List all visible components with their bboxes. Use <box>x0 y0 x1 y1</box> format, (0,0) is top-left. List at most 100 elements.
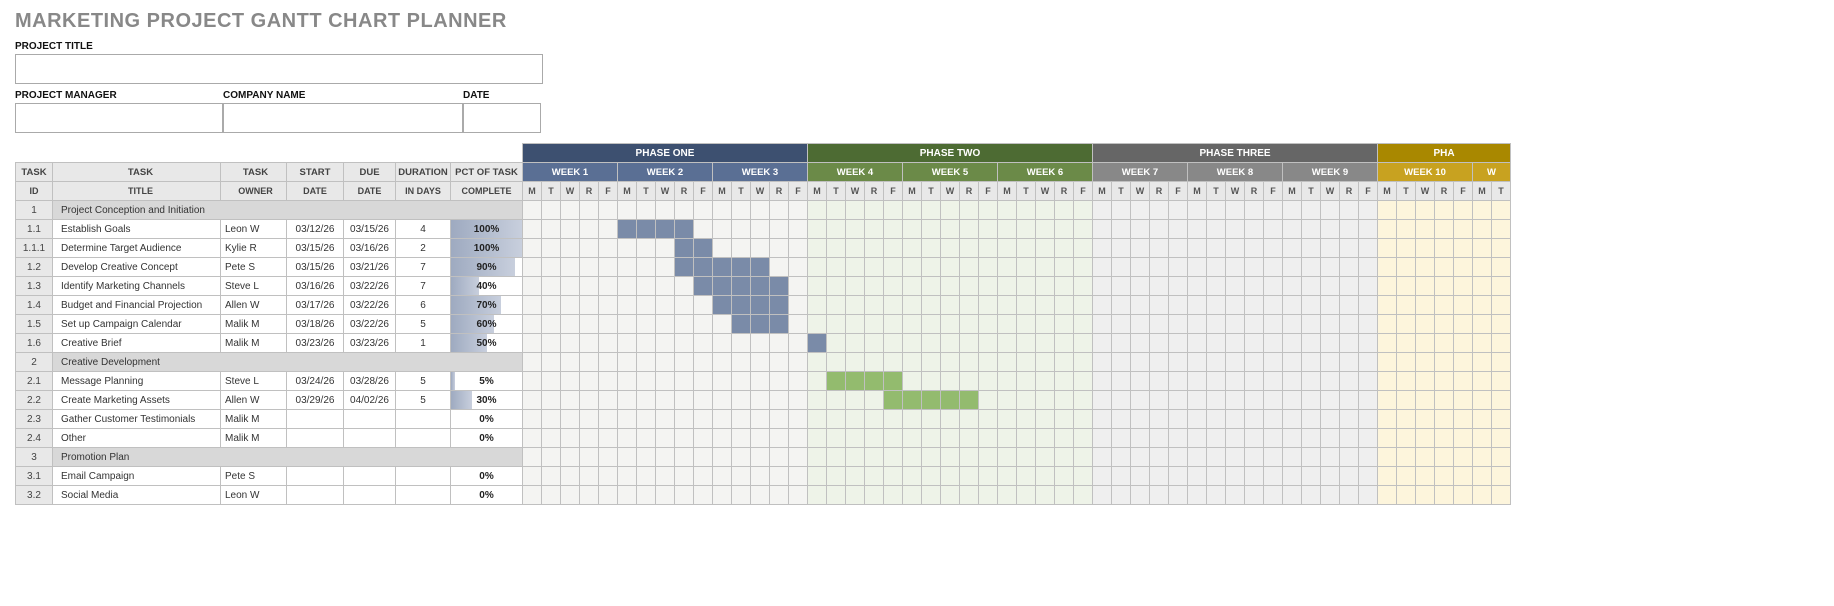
gantt-cell[interactable] <box>1435 486 1454 505</box>
gantt-cell[interactable] <box>1340 334 1359 353</box>
gantt-cell[interactable] <box>1416 201 1435 220</box>
gantt-cell[interactable] <box>789 201 808 220</box>
gantt-cell[interactable] <box>1112 220 1131 239</box>
gantt-cell[interactable] <box>580 239 599 258</box>
gantt-cell[interactable] <box>1454 486 1473 505</box>
gantt-cell[interactable] <box>1416 410 1435 429</box>
gantt-cell[interactable] <box>1245 315 1264 334</box>
gantt-cell[interactable] <box>1435 239 1454 258</box>
gantt-cell[interactable] <box>1131 353 1150 372</box>
gantt-cell[interactable] <box>1416 315 1435 334</box>
gantt-cell[interactable] <box>637 315 656 334</box>
gantt-cell[interactable] <box>1036 296 1055 315</box>
gantt-cell[interactable] <box>542 296 561 315</box>
gantt-cell[interactable] <box>1340 486 1359 505</box>
gantt-cell[interactable] <box>1169 277 1188 296</box>
gantt-cell[interactable] <box>1321 296 1340 315</box>
gantt-cell[interactable] <box>960 467 979 486</box>
gantt-cell[interactable] <box>903 486 922 505</box>
gantt-cell[interactable] <box>751 372 770 391</box>
gantt-cell[interactable] <box>1055 258 1074 277</box>
gantt-cell[interactable] <box>713 391 732 410</box>
gantt-cell[interactable] <box>1017 410 1036 429</box>
cell-pct[interactable]: 5% <box>451 372 523 391</box>
gantt-cell[interactable] <box>1093 239 1112 258</box>
company-name-input[interactable] <box>223 103 463 133</box>
gantt-cell[interactable] <box>827 353 846 372</box>
gantt-cell[interactable] <box>865 239 884 258</box>
gantt-cell[interactable] <box>637 277 656 296</box>
gantt-cell[interactable] <box>846 239 865 258</box>
gantt-cell[interactable] <box>808 467 827 486</box>
gantt-cell[interactable] <box>656 277 675 296</box>
gantt-cell[interactable] <box>1283 391 1302 410</box>
section-title[interactable]: Creative Development <box>53 353 523 372</box>
gantt-cell[interactable] <box>1492 334 1511 353</box>
gantt-cell[interactable] <box>903 334 922 353</box>
gantt-cell[interactable] <box>637 258 656 277</box>
gantt-cell[interactable] <box>656 410 675 429</box>
cell-owner[interactable]: Steve L <box>221 277 287 296</box>
gantt-cell[interactable] <box>580 429 599 448</box>
gantt-cell[interactable] <box>675 220 694 239</box>
gantt-cell[interactable] <box>827 277 846 296</box>
gantt-cell[interactable] <box>903 353 922 372</box>
gantt-cell[interactable] <box>1302 239 1321 258</box>
gantt-cell[interactable] <box>770 391 789 410</box>
gantt-cell[interactable] <box>884 372 903 391</box>
gantt-cell[interactable] <box>561 410 580 429</box>
gantt-cell[interactable] <box>523 277 542 296</box>
gantt-cell[interactable] <box>1435 467 1454 486</box>
gantt-cell[interactable] <box>1454 391 1473 410</box>
gantt-cell[interactable] <box>599 410 618 429</box>
gantt-cell[interactable] <box>884 258 903 277</box>
gantt-cell[interactable] <box>694 467 713 486</box>
gantt-cell[interactable] <box>1359 448 1378 467</box>
gantt-cell[interactable] <box>884 220 903 239</box>
gantt-cell[interactable] <box>1188 429 1207 448</box>
gantt-cell[interactable] <box>599 220 618 239</box>
gantt-cell[interactable] <box>523 334 542 353</box>
gantt-cell[interactable] <box>656 467 675 486</box>
gantt-cell[interactable] <box>542 239 561 258</box>
gantt-cell[interactable] <box>694 391 713 410</box>
gantt-cell[interactable] <box>1188 201 1207 220</box>
gantt-cell[interactable] <box>542 429 561 448</box>
gantt-cell[interactable] <box>751 391 770 410</box>
gantt-cell[interactable] <box>789 448 808 467</box>
gantt-cell[interactable] <box>561 258 580 277</box>
gantt-cell[interactable] <box>656 429 675 448</box>
gantt-cell[interactable] <box>1093 353 1112 372</box>
gantt-cell[interactable] <box>1150 296 1169 315</box>
gantt-cell[interactable] <box>770 296 789 315</box>
gantt-cell[interactable] <box>903 391 922 410</box>
gantt-cell[interactable] <box>1169 220 1188 239</box>
gantt-cell[interactable] <box>827 448 846 467</box>
gantt-cell[interactable] <box>1074 429 1093 448</box>
gantt-cell[interactable] <box>1188 486 1207 505</box>
gantt-cell[interactable] <box>941 353 960 372</box>
gantt-cell[interactable] <box>1074 448 1093 467</box>
cell-due[interactable]: 03/22/26 <box>344 277 396 296</box>
gantt-cell[interactable] <box>523 448 542 467</box>
gantt-cell[interactable] <box>751 258 770 277</box>
cell-id[interactable]: 1.3 <box>16 277 53 296</box>
cell-pct[interactable]: 0% <box>451 467 523 486</box>
gantt-cell[interactable] <box>865 391 884 410</box>
gantt-cell[interactable] <box>732 220 751 239</box>
gantt-cell[interactable] <box>1245 239 1264 258</box>
gantt-cell[interactable] <box>713 296 732 315</box>
gantt-cell[interactable] <box>1169 315 1188 334</box>
gantt-cell[interactable] <box>789 277 808 296</box>
cell-start[interactable]: 03/17/26 <box>287 296 344 315</box>
gantt-cell[interactable] <box>827 258 846 277</box>
gantt-cell[interactable] <box>1245 201 1264 220</box>
gantt-cell[interactable] <box>523 372 542 391</box>
gantt-cell[interactable] <box>580 220 599 239</box>
gantt-cell[interactable] <box>846 296 865 315</box>
cell-owner[interactable]: Malik M <box>221 429 287 448</box>
gantt-cell[interactable] <box>1055 486 1074 505</box>
gantt-cell[interactable] <box>1055 353 1074 372</box>
cell-owner[interactable]: Malik M <box>221 315 287 334</box>
cell-owner[interactable]: Leon W <box>221 486 287 505</box>
